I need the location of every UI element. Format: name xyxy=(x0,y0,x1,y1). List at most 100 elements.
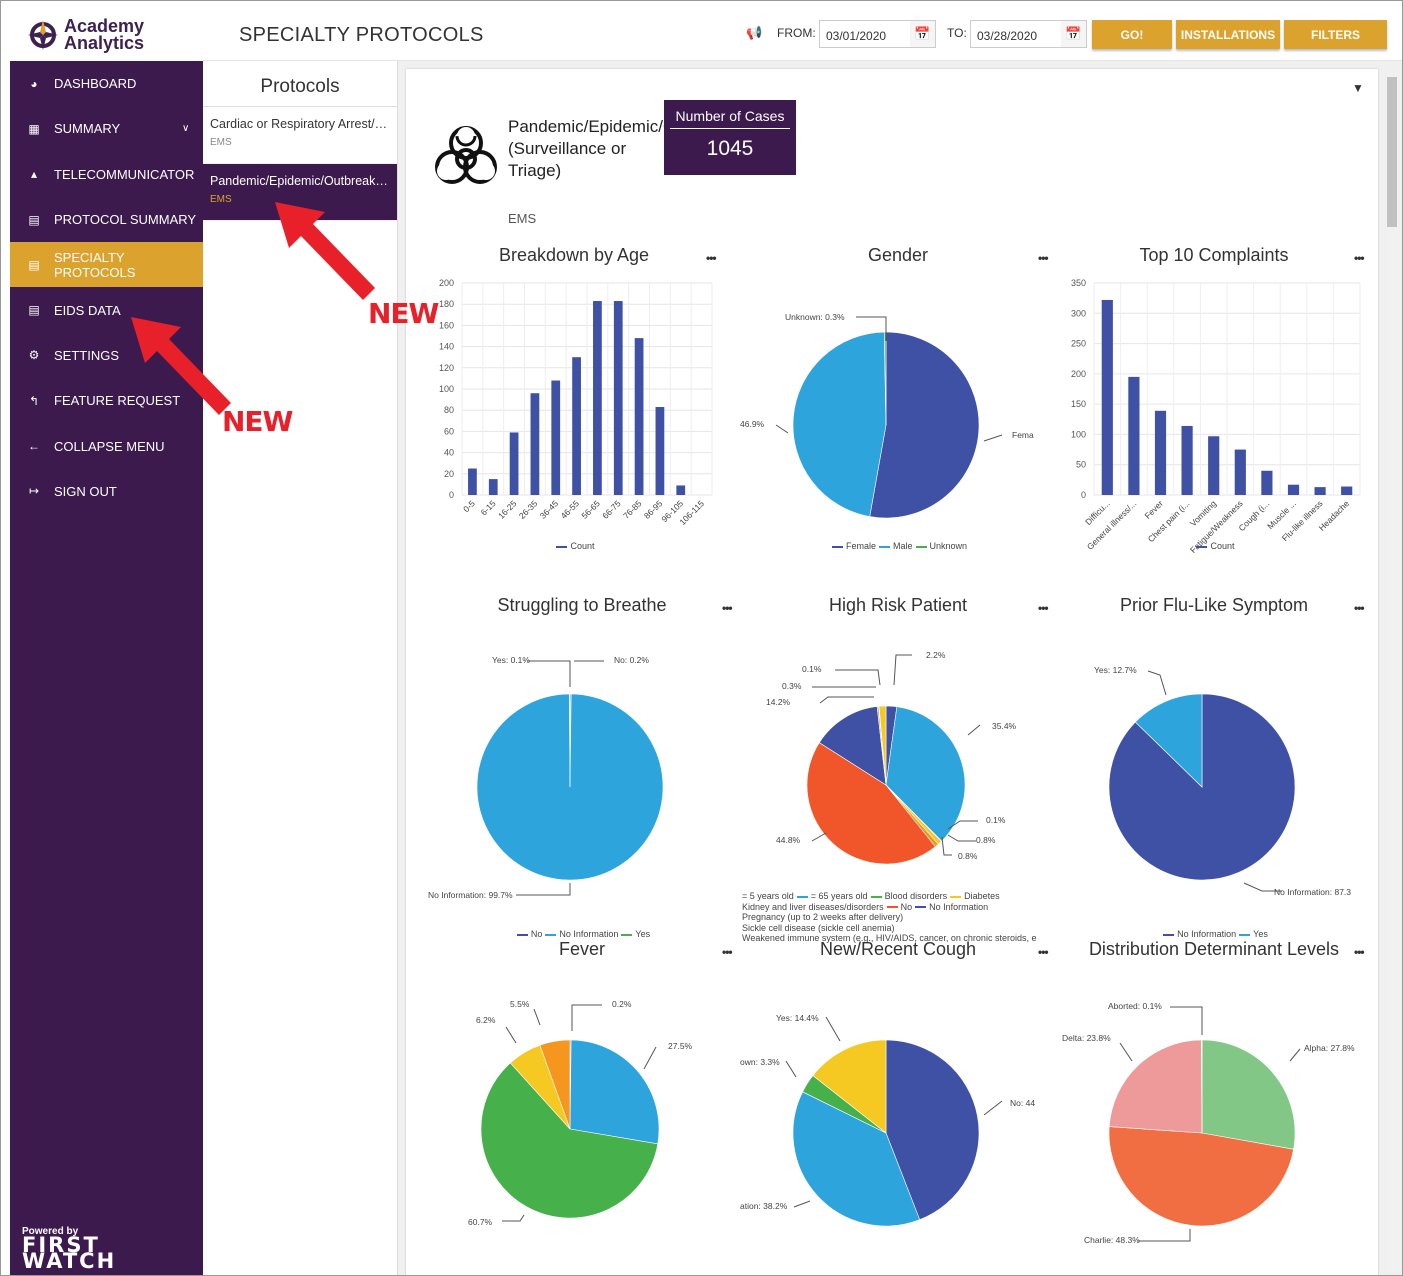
bar[interactable] xyxy=(655,407,665,495)
legend-label: Count xyxy=(570,541,595,551)
legend-swatch xyxy=(516,933,528,936)
bar[interactable] xyxy=(1128,376,1140,495)
collapse-caret-icon[interactable]: ▼ xyxy=(1352,81,1364,95)
pie-leader-line xyxy=(825,1016,841,1042)
legend-row: Kidney and liver diseases/disorders No No … xyxy=(742,902,1056,913)
pie-slice[interactable] xyxy=(1108,1039,1203,1134)
bar[interactable] xyxy=(1181,425,1193,495)
pie-data-label: 0.1% xyxy=(986,815,1006,825)
chart-plot: Yes: 0.1% No: 0.2% No Information: 99.7% xyxy=(428,655,664,900)
bar[interactable] xyxy=(551,380,561,495)
legend-swatch xyxy=(796,895,808,898)
chart-age: Breakdown by Age ••• 0 20 40 60 80 100 120 140 160… xyxy=(424,245,724,575)
filters-button[interactable]: FILTERS xyxy=(1284,20,1387,49)
chart-plot: Unknown: 0.3% 46.9% Fema xyxy=(740,312,1034,519)
bar[interactable] xyxy=(1154,410,1167,495)
chart-legend: Female Male Unknown xyxy=(740,541,1056,552)
chart-title: Prior Flu-Like Symptom xyxy=(1119,595,1309,615)
more-options-icon[interactable]: ••• xyxy=(1038,251,1049,265)
more-options-icon[interactable]: ••• xyxy=(722,601,733,615)
to-date-input[interactable]: 03/28/2020 xyxy=(970,20,1062,48)
sidebar: ◕ DASHBOARD ▦ SUMMARY ∨ ▴ TELECOMMUNICATOR ▤ PRO… xyxy=(10,61,203,1275)
bar[interactable] xyxy=(613,301,623,495)
bar[interactable] xyxy=(572,357,581,495)
legend-label: Yes xyxy=(635,929,651,939)
bar[interactable] xyxy=(530,393,540,495)
pie-leader-line xyxy=(1138,1229,1191,1242)
sidebar-item-collapse-menu[interactable]: ← COLLAPSE MENU xyxy=(10,423,203,468)
more-options-icon[interactable]: ••• xyxy=(1354,601,1365,615)
protocol-detail-card: ▼ Pandemic/Epidemic/Outbreak (Surveillan… xyxy=(406,69,1378,1275)
sidebar-item-telecommunicator[interactable]: ▴ TELECOMMUNICATOR xyxy=(10,152,203,197)
pie-slice[interactable] xyxy=(1201,1039,1296,1150)
pie-slice[interactable] xyxy=(569,1039,660,1145)
sidebar-item-protocol-summary[interactable]: ▤ PROTOCOL SUMMARY xyxy=(10,197,203,242)
brand-logo[interactable]: Academy Analytics xyxy=(10,9,203,61)
bar[interactable] xyxy=(1261,470,1273,495)
more-options-icon[interactable]: ••• xyxy=(1038,601,1049,615)
scrollbar-track[interactable] xyxy=(1386,73,1399,1273)
bar[interactable] xyxy=(1314,487,1326,495)
more-options-icon[interactable]: ••• xyxy=(722,945,733,959)
y-tick-label: 60 xyxy=(444,426,454,436)
pie-slice[interactable] xyxy=(792,331,887,517)
megaphone-icon[interactable]: 📢 xyxy=(746,25,762,41)
dashboard-icon: ◕ xyxy=(30,76,38,91)
chart-plot: 2.2%0.1%0.3%14.2%35.4%0.1%0.8%0.8%44.8% xyxy=(766,650,1017,865)
bar[interactable] xyxy=(1341,486,1353,495)
bar[interactable] xyxy=(1234,449,1246,495)
bar[interactable] xyxy=(634,338,644,495)
chevron-down-icon[interactable]: ∨ xyxy=(182,123,189,134)
bar[interactable] xyxy=(593,301,602,495)
sidebar-item-summary[interactable]: ▦ SUMMARY ∨ xyxy=(10,106,203,151)
sidebar-item-label: SPECIALTY PROTOCOLS xyxy=(54,249,136,280)
sidebar-item-dashboard[interactable]: ◕ DASHBOARD xyxy=(10,61,203,106)
scrollbar-thumb[interactable] xyxy=(1387,77,1397,227)
more-options-icon[interactable]: ••• xyxy=(1038,945,1049,959)
chart-title: High Risk Patient xyxy=(828,595,968,615)
book-icon: ▤ xyxy=(28,212,40,227)
chart-title: Top 10 Complaints xyxy=(1139,245,1289,265)
from-calendar-icon[interactable]: 📅 xyxy=(910,20,936,48)
more-options-icon[interactable]: ••• xyxy=(706,251,717,265)
bar[interactable] xyxy=(1101,299,1113,495)
legend-swatch xyxy=(621,933,633,936)
pie-data-label: 0.8% xyxy=(976,835,996,845)
cases-label: Number of Cases xyxy=(670,100,790,129)
sidebar-item-label: SETTINGS xyxy=(54,347,120,363)
more-options-icon[interactable]: ••• xyxy=(1354,251,1365,265)
biohazard-icon xyxy=(435,125,497,184)
pie-data-label: Alpha: 27.8% xyxy=(1304,1043,1355,1053)
to-calendar-icon[interactable]: 📅 xyxy=(1061,20,1087,48)
page-title: SPECIALTY PROTOCOLS xyxy=(239,24,484,46)
y-tick-label: 160 xyxy=(439,320,454,330)
sidebar-item-label: SIGN OUT xyxy=(54,483,117,499)
x-tick-label: 76-85 xyxy=(621,498,644,521)
pie-data-label: 5.5% xyxy=(510,999,530,1009)
pie-leader-line xyxy=(835,669,881,686)
pie-data-label: No Information: 99.7% xyxy=(428,890,513,900)
pie-data-label: 0.2% xyxy=(612,999,632,1009)
chart-flu: Prior Flu-Like Symptom ••• Yes: 12.7% No In… xyxy=(1056,595,1372,939)
more-options-icon[interactable]: ••• xyxy=(1354,945,1365,959)
bar[interactable] xyxy=(1208,436,1220,495)
sidebar-item-sign-out[interactable]: ↦ SIGN OUT xyxy=(10,469,203,514)
legend-swatch xyxy=(556,545,568,548)
pie-leader-line xyxy=(775,424,789,434)
y-tick-label: 40 xyxy=(444,448,454,458)
bar[interactable] xyxy=(676,485,686,495)
protocol-list-item[interactable]: Cardiac or Respiratory Arrest/Death EMS xyxy=(203,107,397,164)
bar[interactable] xyxy=(488,479,498,495)
sidebar-item-specialty-protocols[interactable]: ▤ SPECIALTY PROTOCOLS xyxy=(10,242,203,288)
pie-leader-line xyxy=(1289,1048,1301,1062)
installations-button[interactable]: INSTALLATIONS xyxy=(1176,20,1280,49)
annotation-arrow-eids xyxy=(131,317,231,415)
bar[interactable] xyxy=(509,432,519,495)
from-date-input[interactable]: 03/01/2020 xyxy=(819,20,911,48)
legend-row: Sickle cell disease (sickle cell anemia) xyxy=(742,922,895,933)
pie-leader-line xyxy=(533,1008,541,1026)
go-button[interactable]: GO! xyxy=(1092,20,1172,49)
bar[interactable] xyxy=(468,468,477,496)
bar[interactable] xyxy=(1287,484,1300,495)
pie-leader-line xyxy=(941,836,952,856)
